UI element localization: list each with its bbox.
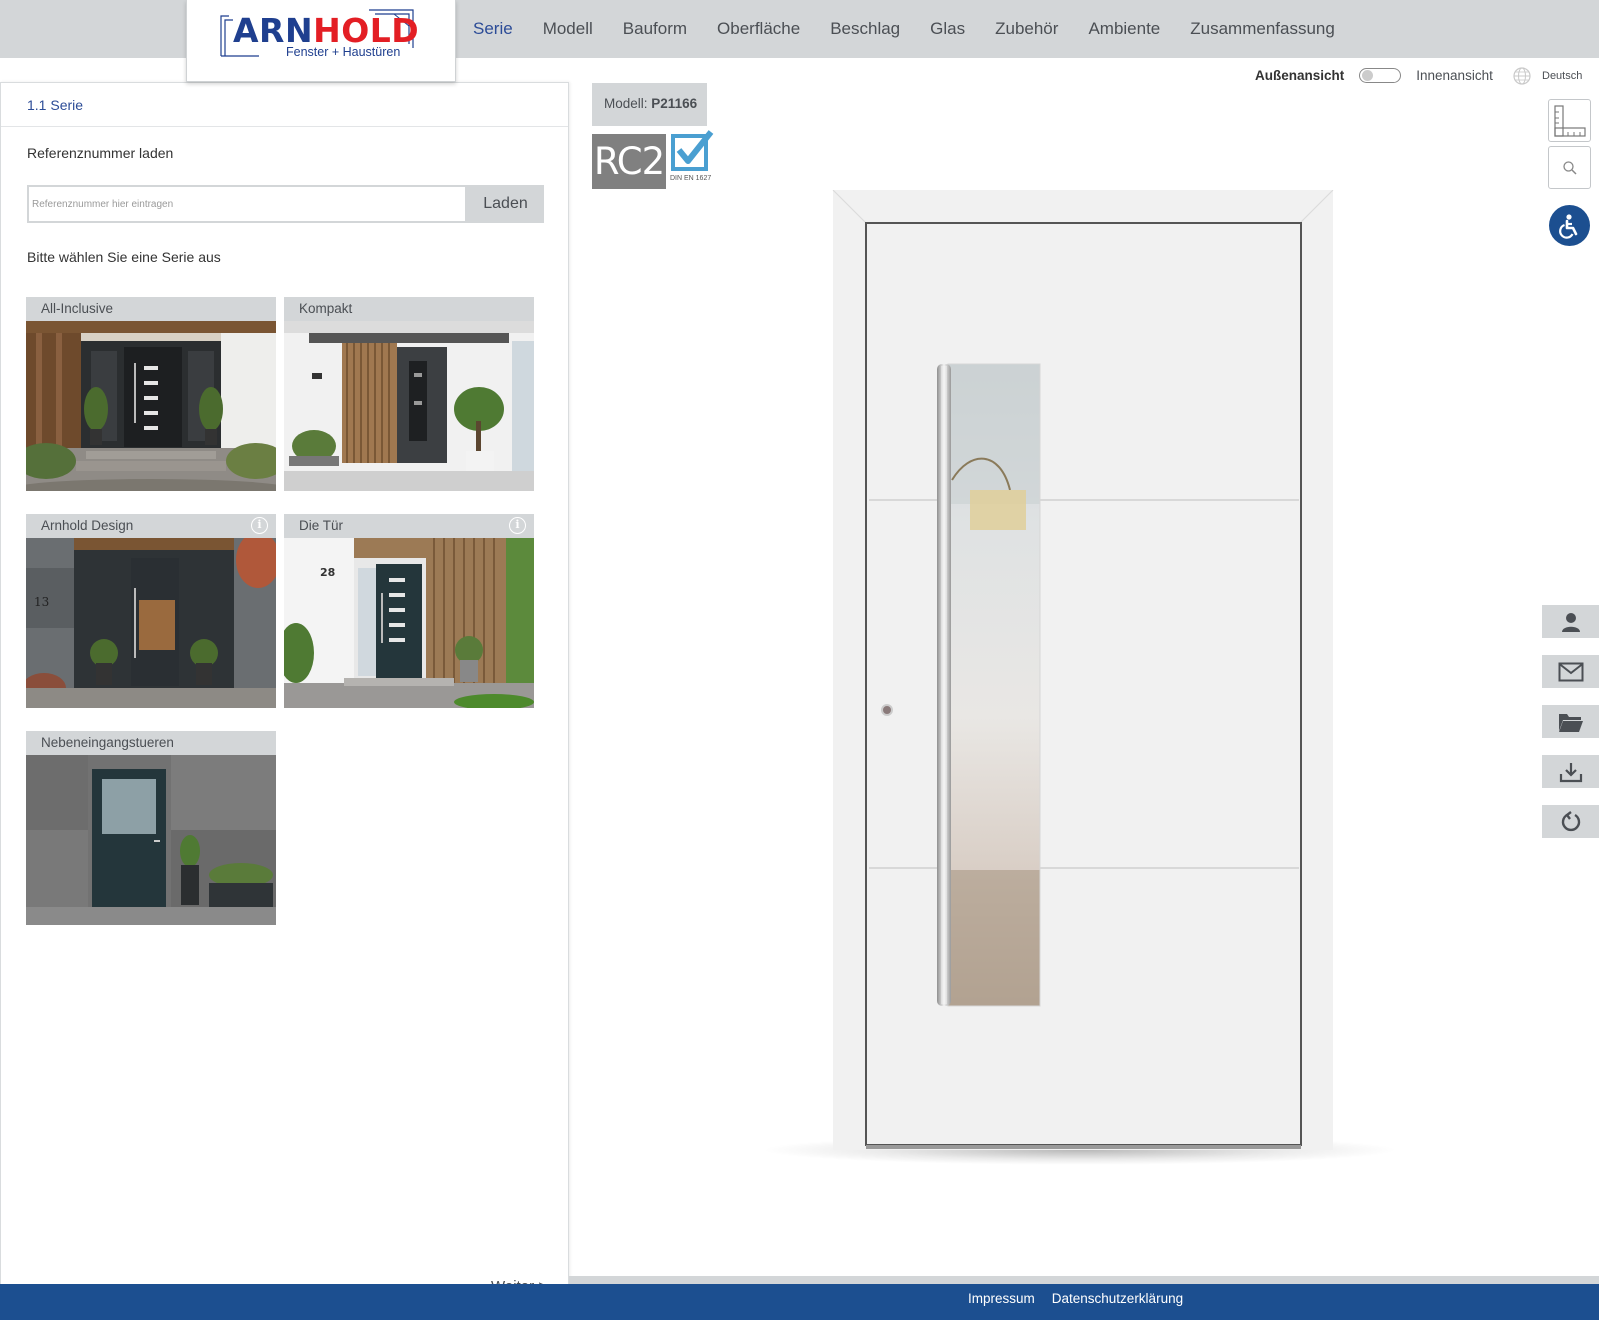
nav-glas[interactable]: Glas [930, 19, 965, 39]
series-card-all-inclusive[interactable]: All-Inclusive [26, 297, 276, 497]
footer [0, 1284, 1599, 1320]
series-card-title-text: Die Tür [299, 518, 344, 533]
section-title: 1.1 Serie [27, 97, 84, 113]
series-card-die-tuer[interactable]: Die Tür i 28 [284, 514, 534, 714]
series-card-title: Nebeneingangstueren [26, 731, 276, 755]
measure-button[interactable] [1548, 99, 1591, 142]
main-nav: Serie Modell Bauform Oberfläche Beschlag… [458, 0, 1350, 58]
series-card-title: Kompakt [284, 297, 534, 321]
nav-serie[interactable]: Serie [473, 19, 513, 39]
view-toggle: Außenansicht Innenansicht [1255, 68, 1493, 83]
footer-links: Impressum Datenschutzerklärung [968, 1291, 1200, 1306]
rc2-norm: DIN EN 1627 [670, 175, 712, 182]
download-button[interactable] [1542, 755, 1599, 788]
globe-icon [1513, 67, 1531, 85]
folder-icon [1558, 713, 1583, 732]
reset-button[interactable] [1542, 805, 1599, 838]
series-card-image: 13 [26, 538, 276, 708]
load-button[interactable]: Laden [467, 185, 544, 223]
nav-zubehoer[interactable]: Zubehör [995, 19, 1058, 39]
divider [1, 126, 568, 127]
switch-knob [1362, 70, 1374, 81]
user-icon [1561, 612, 1580, 632]
nav-ambiente[interactable]: Ambiente [1088, 19, 1160, 39]
model-badge: Modell: P21166 [592, 83, 707, 126]
series-card-image: 28 [284, 538, 534, 708]
series-card-arnhold-design[interactable]: Arnhold Design i 13 [26, 514, 276, 714]
language-label: Deutsch [1542, 70, 1583, 82]
open-button[interactable] [1542, 705, 1599, 738]
reference-label: Referenznummer laden [27, 145, 174, 161]
house-number: 28 [320, 566, 335, 579]
mail-icon [1558, 662, 1583, 681]
accessibility-button[interactable] [1549, 205, 1590, 246]
info-icon[interactable]: i [251, 517, 268, 534]
reference-input[interactable] [27, 185, 467, 223]
nav-beschlag[interactable]: Beschlag [830, 19, 900, 39]
nav-oberflaeche[interactable]: Oberfläche [717, 19, 800, 39]
series-card-nebeneingangstueren[interactable]: Nebeneingangstueren [26, 731, 276, 931]
privacy-link[interactable]: Datenschutzerklärung [1052, 1291, 1183, 1306]
download-icon [1559, 762, 1582, 782]
series-card-image [26, 321, 276, 491]
model-label: Modell: [604, 96, 648, 111]
ruler-icon [1553, 104, 1586, 137]
series-card-image [284, 321, 534, 491]
rc2-check-icon [671, 130, 714, 171]
series-card-kompakt[interactable]: Kompakt [284, 297, 534, 497]
series-card-title: Arnhold Design i [26, 514, 276, 538]
info-icon[interactable]: i [509, 517, 526, 534]
logo[interactable]: ARNHOLD Fenster + Haustüren [186, 0, 456, 82]
language-selector[interactable]: Deutsch [1512, 66, 1582, 86]
series-card-title-text: Arnhold Design [41, 518, 134, 533]
impressum-link[interactable]: Impressum [968, 1291, 1035, 1306]
model-code: P21166 [651, 96, 698, 111]
logo-subtitle: Fenster + Haustüren [286, 45, 401, 59]
nav-zusammenfassung[interactable]: Zusammenfassung [1190, 19, 1335, 39]
view-outside-label[interactable]: Außenansicht [1255, 68, 1344, 83]
contact-button[interactable] [1542, 605, 1599, 638]
series-card-title: Die Tür i [284, 514, 534, 538]
choose-series-label: Bitte wählen Sie eine Serie aus [27, 249, 221, 265]
reset-icon [1561, 810, 1580, 831]
footer-divider [569, 1276, 1599, 1284]
zoom-button[interactable] [1548, 146, 1591, 189]
rc2-label: RC2 [592, 134, 666, 189]
zoom-icon [1562, 160, 1577, 175]
view-switch[interactable] [1359, 68, 1402, 83]
series-panel: 1.1 Serie Referenznummer laden Laden Bit… [0, 82, 569, 1304]
view-inside-label[interactable]: Innenansicht [1416, 68, 1493, 83]
mail-button[interactable] [1542, 655, 1599, 688]
nav-modell[interactable]: Modell [543, 19, 593, 39]
nav-bauform[interactable]: Bauform [623, 19, 687, 39]
house-number: 13 [34, 595, 49, 609]
accessibility-icon [1558, 213, 1577, 239]
series-card-title: All-Inclusive [26, 297, 276, 321]
series-card-image [26, 755, 276, 925]
logo-name: ARNHOLD [233, 11, 420, 50]
door-preview [832, 190, 1334, 1150]
